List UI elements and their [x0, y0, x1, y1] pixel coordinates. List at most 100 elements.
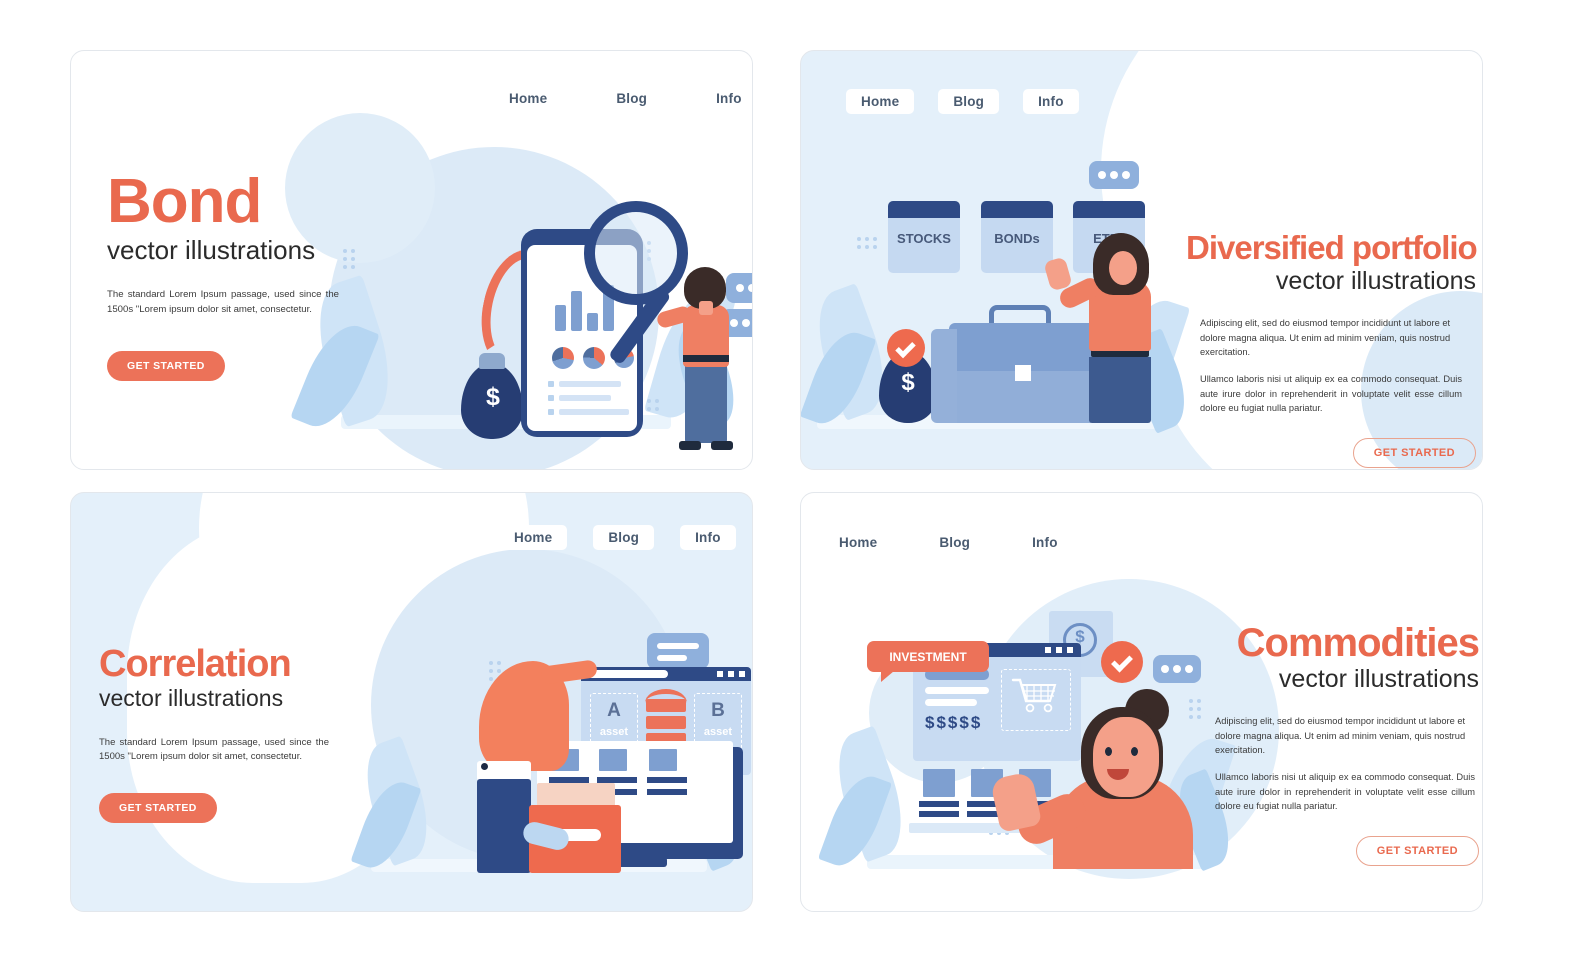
nav-item-blog[interactable]: Blog	[616, 91, 647, 106]
card-header	[1073, 201, 1145, 218]
monitor-tile-3	[649, 749, 677, 771]
panel-bond: Home Blog Info Bond vector illustrations…	[70, 50, 753, 470]
chart-bar-3	[587, 313, 598, 331]
monitor-line-5	[647, 777, 687, 783]
asset-a-label: asset	[599, 726, 629, 738]
page-subtitle: vector illustrations	[107, 235, 316, 265]
cart-icon	[1011, 677, 1059, 713]
cuff-button-icon	[481, 763, 488, 770]
body-paragraph-2: Ullamco laboris nisi ut aliquip ex ea co…	[1200, 374, 1462, 414]
get-started-button[interactable]: GET STARTED	[1352, 437, 1476, 468]
product-line-1	[919, 801, 959, 807]
page-subtitle: vector illustrations	[1275, 267, 1476, 295]
monitor-line-6	[647, 789, 687, 795]
page-title: Commodities	[1236, 621, 1480, 665]
get-started-button[interactable]: GET STARTED	[1355, 835, 1479, 866]
body-paragraph-1: Adipiscing elit, sed do eiusmod tempor i…	[1215, 716, 1466, 756]
card-stocks[interactable]: STOCKS	[888, 201, 960, 273]
panel-diversified-portfolio: Home Blog Info Diversified portfolio vec…	[800, 50, 1483, 470]
card-header	[981, 201, 1053, 218]
magnifier-lens	[584, 201, 688, 305]
window-dot-2	[728, 671, 734, 677]
product-tile-1	[923, 769, 955, 797]
browser-address-bar[interactable]	[586, 670, 668, 678]
nav-item-home[interactable]: Home	[839, 535, 877, 550]
copy-bond: Bond vector illustrations The standard L…	[107, 167, 367, 382]
browser-titlebar	[581, 667, 751, 681]
investment-ribbon-label: INVESTMENT	[889, 649, 967, 664]
page-subtitle: vector illustrations	[1278, 665, 1479, 693]
nav-bond: Home Blog Info	[509, 91, 742, 106]
card-label: BONDs	[994, 231, 1040, 246]
copy-correlation: Correlation vector illustrations The sta…	[99, 645, 379, 823]
list-line-2	[559, 395, 611, 401]
woman-shoe-left	[679, 441, 701, 450]
woman-legs	[685, 361, 727, 443]
woman-shoe-right	[711, 441, 733, 450]
nav-item-info[interactable]: Info	[1023, 89, 1079, 114]
woman-face	[1109, 251, 1137, 285]
woman-belt	[683, 355, 729, 362]
briefcase-side	[931, 329, 957, 423]
card-header	[888, 201, 960, 218]
page-title: Diversified portfolio	[1186, 229, 1478, 266]
get-started-button[interactable]: GET STARTED	[99, 792, 217, 823]
nav-commodities: Home Blog Info	[839, 535, 1058, 550]
illustration-set-sheet: Home Blog Info Bond vector illustrations…	[0, 0, 1581, 980]
woman-eye-right	[1131, 747, 1138, 756]
dollar-sign-label: $	[486, 383, 500, 411]
nav-item-blog[interactable]: Blog	[938, 89, 1000, 114]
card-label: STOCKS	[897, 231, 951, 246]
window-dot-2	[1056, 647, 1062, 653]
list-bullet-3	[548, 409, 554, 415]
page-title: Correlation	[99, 643, 292, 685]
window-dot-1	[717, 671, 723, 677]
chat-bubble-icon	[1153, 655, 1201, 683]
woman-face	[1093, 717, 1159, 797]
chat-bubble-icon	[1089, 161, 1139, 189]
nav-correlation: Home Blog Info	[499, 525, 736, 550]
briefcase-lock	[1015, 365, 1031, 381]
monitor-tile-2	[599, 749, 627, 771]
page-title: Bond	[107, 167, 262, 236]
chart-bar-1	[555, 305, 566, 331]
card-bonds[interactable]: BONDs	[981, 201, 1053, 273]
asset-b-label: asset	[703, 726, 733, 738]
list-line-3	[559, 409, 629, 415]
woman-skirt	[1089, 357, 1151, 423]
chat-bubble-line-1	[657, 643, 699, 649]
list-line-1	[559, 381, 621, 387]
nav-item-blog[interactable]: Blog	[939, 535, 970, 550]
chart-bar-2	[571, 291, 582, 331]
product-line-2	[919, 811, 959, 817]
dot-grid-icon-left	[857, 237, 877, 249]
price-row-label: $$$$$	[925, 713, 983, 732]
list-bullet-1	[548, 381, 554, 387]
list-bullet-2	[548, 395, 554, 401]
window-dot-3	[739, 671, 745, 677]
window-dot-3	[1067, 647, 1073, 653]
chat-bubble-line-2	[657, 655, 687, 661]
nav-item-info[interactable]: Info	[716, 91, 742, 106]
woman-neck	[699, 301, 713, 315]
pie-chart-2	[583, 347, 605, 369]
asset-b-letter: B	[711, 700, 725, 721]
body-paragraph-2: Ullamco laboris nisi ut aliquip ex ea co…	[1215, 772, 1475, 812]
swap-arrow-top-icon	[645, 689, 687, 703]
nav-item-info[interactable]: Info	[680, 525, 736, 550]
nav-item-home[interactable]: Home	[499, 525, 568, 550]
panel-correlation: Home Blog Info Correlation vector illust…	[70, 492, 753, 912]
page-subtitle: vector illustrations	[99, 685, 284, 711]
nav-item-home[interactable]: Home	[509, 91, 547, 106]
content-line-2	[925, 687, 989, 694]
nav-item-home[interactable]: Home	[846, 89, 915, 114]
sleeve	[477, 779, 531, 873]
body-paragraph: The standard Lorem Ipsum passage, used s…	[107, 289, 339, 315]
nav-item-blog[interactable]: Blog	[593, 525, 655, 550]
get-started-button[interactable]: GET STARTED	[107, 351, 225, 382]
asset-a-letter: A	[607, 700, 621, 721]
nav-item-info[interactable]: Info	[1032, 535, 1058, 550]
woman-eye-left	[1105, 747, 1112, 756]
copy-commodities: Commodities vector illustrations Adipisc…	[1199, 621, 1480, 866]
body-paragraph: The standard Lorem Ipsum passage, used s…	[99, 737, 329, 763]
